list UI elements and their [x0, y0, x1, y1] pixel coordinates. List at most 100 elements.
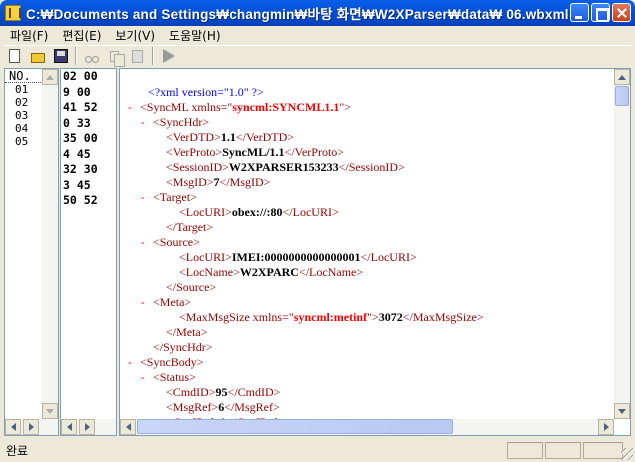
app-icon[interactable]	[5, 5, 21, 21]
hex-horizontal-scrollbar[interactable]	[61, 419, 116, 435]
collapse-toggle[interactable]: -	[128, 356, 140, 371]
xml-line: <VerDTD>1.1</VerDTD>	[166, 130, 294, 145]
resize-grip[interactable]	[621, 448, 633, 460]
down-arrow-icon	[618, 408, 626, 414]
collapse-toggle[interactable]: -	[141, 296, 153, 311]
menu-view[interactable]: 보기(V)	[108, 27, 162, 45]
window-title: C:₩Documents and Settings₩changmin₩바탕 화면…	[26, 7, 569, 22]
list-vertical-scrollbar[interactable]	[42, 69, 58, 419]
xml-view-pane[interactable]: <?xml version="1.0" ?> - <SyncML xmlns="sy…	[119, 68, 631, 436]
xml-token: <LocURI>	[179, 250, 232, 264]
hex-row: 41 52	[63, 100, 98, 114]
xml-token: </Meta>	[166, 325, 208, 339]
cut-icon	[84, 49, 99, 63]
close-button[interactable]	[612, 3, 631, 22]
xml-token: <MaxMsgSize	[179, 310, 253, 324]
xml-token: </SyncHdr>	[153, 340, 213, 354]
xml-token: </CmdID>	[227, 385, 281, 399]
xml-token: 95	[215, 385, 228, 399]
hex-pane[interactable]: 02 00 9 00 41 52 0 33 35 00 4 45 32 30 3…	[60, 68, 117, 436]
xml-line: <CmdID>95</CmdID>	[166, 385, 280, 400]
copy-icon	[110, 50, 125, 67]
xml-token: W2XPARSER153233	[228, 160, 339, 174]
xml-line: <MaxMsgSize xmlns="syncml:metinf">3072</…	[179, 310, 484, 325]
hex-row: 35 00	[63, 131, 98, 145]
collapse-toggle[interactable]: -	[141, 371, 153, 386]
minimize-button[interactable]	[570, 3, 589, 22]
xml-line: </Target>	[166, 220, 213, 235]
menu-help[interactable]: 도움말(H)	[162, 27, 228, 45]
hex-row: 3 45	[63, 177, 91, 192]
scroll-left-button[interactable]	[61, 419, 77, 435]
xml-token: </MsgID>	[219, 175, 271, 189]
copy-button[interactable]	[103, 46, 126, 67]
file-list-pane[interactable]: NO. 01 02 03 04 05	[4, 68, 59, 436]
xml-line[interactable]: - <SyncHdr>	[141, 115, 209, 130]
xml-token: </SessionID>	[338, 160, 405, 174]
scroll-right-button[interactable]	[79, 419, 95, 435]
collapse-toggle[interactable]: -	[128, 101, 140, 116]
xml-line[interactable]: - <Meta>	[141, 295, 191, 310]
collapse-toggle[interactable]: -	[141, 191, 153, 206]
open-icon	[30, 52, 45, 63]
xml-token: </MsgRef>	[224, 400, 280, 414]
left-arrow-icon	[66, 423, 72, 431]
new-button[interactable]	[3, 46, 26, 66]
xml-line[interactable]: - <Status>	[141, 370, 196, 385]
xml-token: ">	[367, 310, 379, 324]
xml-token: <Meta>	[153, 295, 192, 309]
maximize-button[interactable]	[591, 3, 610, 22]
xml-content[interactable]: <?xml version="1.0" ?> - <SyncML xmlns="sy…	[120, 69, 614, 419]
collapse-toggle[interactable]: -	[141, 116, 153, 131]
save-button[interactable]	[49, 46, 72, 66]
right-arrow-icon	[603, 423, 609, 431]
hex-row: 0 33	[63, 115, 91, 130]
xml-token: <SyncBody>	[140, 355, 204, 369]
scroll-up-button[interactable]	[42, 69, 58, 85]
menu-edit[interactable]: 편집(E)	[55, 27, 108, 45]
xml-token: SyncML/1.1	[222, 145, 285, 159]
scroll-down-button[interactable]	[614, 403, 630, 419]
up-arrow-icon	[46, 74, 54, 80]
xml-line[interactable]: - <SyncML xmlns="syncml:SYNCML1.1">	[128, 100, 351, 115]
xml-token: 1.1	[220, 130, 236, 144]
xml-line: <VerProto>SyncML/1.1</VerProto>	[166, 145, 344, 160]
hex-row: 50 52	[63, 193, 98, 207]
open-button[interactable]	[26, 46, 49, 66]
xml-line[interactable]: - <Source>	[141, 235, 200, 250]
xml-line[interactable]: - <Target>	[141, 190, 197, 205]
scroll-left-button[interactable]	[5, 419, 21, 435]
cut-button[interactable]	[80, 46, 103, 66]
xml-token: <LocURI>	[179, 205, 232, 219]
xml-horizontal-scrollbar[interactable]	[120, 419, 614, 435]
xml-token: <MsgRef>	[166, 400, 219, 414]
scroll-left-button[interactable]	[120, 419, 136, 435]
scroll-up-button[interactable]	[614, 69, 630, 85]
xml-line: <LocURI>IMEI:0000000000000001</LocURI>	[179, 250, 417, 265]
scroll-right-button[interactable]	[598, 419, 614, 435]
menu-file[interactable]: 파일(F)	[3, 27, 55, 45]
xml-line: <MsgID>7</MsgID>	[166, 175, 270, 190]
toolbar-separator	[75, 47, 77, 65]
collapse-toggle[interactable]: -	[141, 236, 153, 251]
menu-bar: 파일(F) 편집(E) 보기(V) 도움말(H)	[3, 26, 632, 45]
xml-token: </LocURI>	[282, 205, 339, 219]
xml-vertical-scrollbar[interactable]	[614, 69, 630, 419]
xml-line: </SyncHdr>	[153, 340, 213, 355]
title-bar[interactable]: C:₩Documents and Settings₩changmin₩바탕 화면…	[0, 0, 635, 26]
horizontal-scroll-thumb[interactable]	[137, 419, 453, 434]
xml-token: ">	[339, 100, 352, 114]
xml-token: <LocName>	[179, 265, 240, 279]
xml-token: <VerDTD>	[166, 130, 221, 144]
xml-line[interactable]: - <SyncBody>	[128, 355, 204, 370]
left-arrow-icon	[125, 423, 131, 431]
paste-button[interactable]	[126, 46, 149, 66]
hex-row: 32 30	[63, 162, 98, 176]
xml-token: <MsgID>	[166, 175, 214, 189]
xml-token: </Source>	[166, 280, 217, 294]
scroll-right-button[interactable]	[23, 419, 39, 435]
scroll-down-button[interactable]	[42, 403, 58, 419]
list-horizontal-scrollbar[interactable]	[5, 419, 58, 435]
run-button[interactable]	[157, 46, 180, 66]
vertical-scroll-thumb[interactable]	[615, 86, 629, 106]
